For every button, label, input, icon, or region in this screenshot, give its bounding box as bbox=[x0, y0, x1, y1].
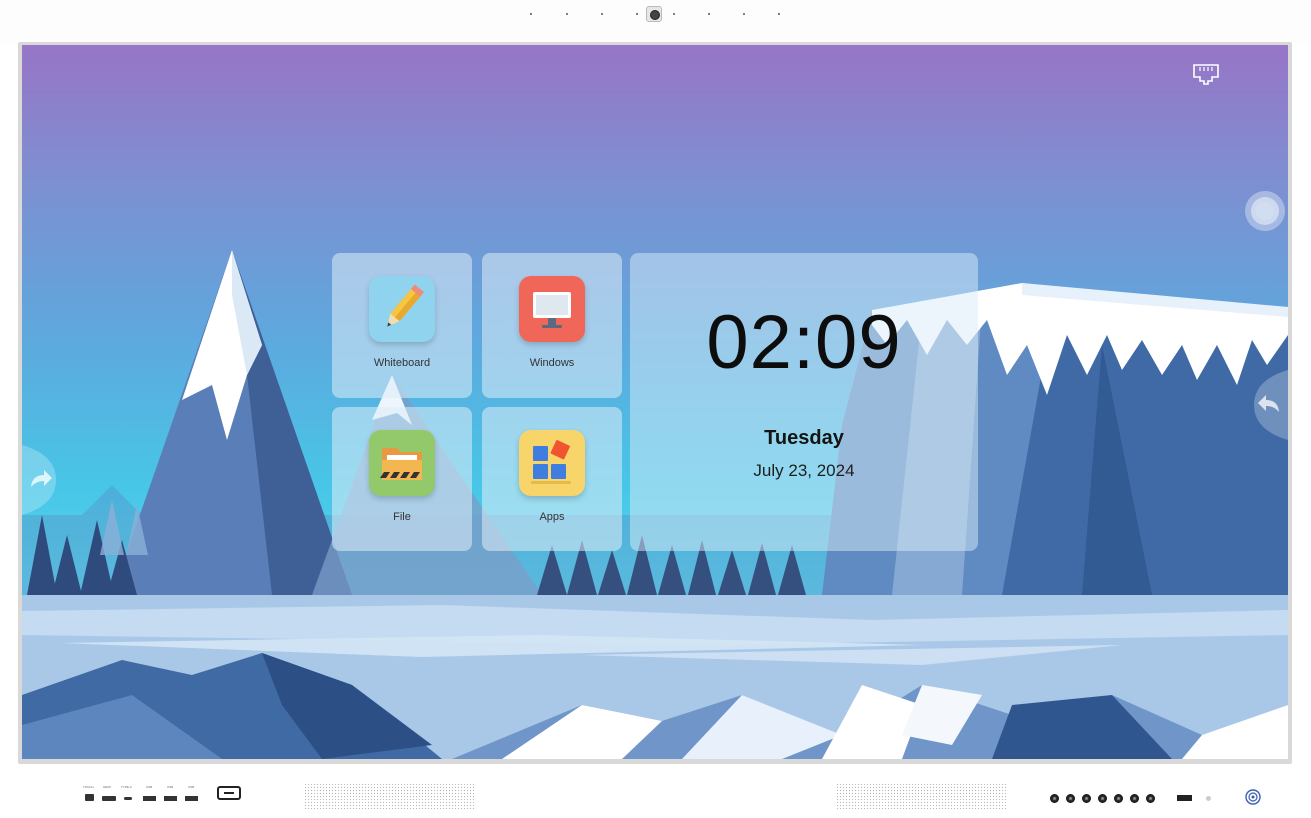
front-button[interactable] bbox=[1066, 794, 1075, 803]
tile-label: Apps bbox=[539, 511, 565, 523]
forward-arrow-icon[interactable] bbox=[22, 445, 56, 515]
tile-whiteboard[interactable]: Whiteboard bbox=[332, 253, 472, 398]
touch-usb-port[interactable] bbox=[85, 794, 94, 801]
tile-label: File bbox=[393, 511, 411, 523]
ethernet-icon[interactable] bbox=[1192, 63, 1220, 85]
tile-apps[interactable]: Apps bbox=[482, 407, 622, 551]
front-button[interactable] bbox=[1146, 794, 1155, 803]
sensor-dot bbox=[778, 13, 780, 15]
clock-time: 02:09 bbox=[706, 300, 902, 385]
ir-sensor bbox=[1177, 795, 1192, 801]
usb-port[interactable] bbox=[143, 796, 156, 801]
tile-label: Whiteboard bbox=[373, 357, 431, 369]
port-label: USB bbox=[146, 785, 153, 789]
home-screen: Whiteboard Windows File Apps 02:09 Tuesd… bbox=[22, 45, 1288, 759]
back-arrow-icon[interactable] bbox=[1254, 370, 1288, 440]
clock-date: July 23, 2024 bbox=[753, 461, 855, 480]
front-button[interactable] bbox=[1114, 794, 1123, 803]
tile-label: Windows bbox=[529, 357, 575, 369]
clock-widget[interactable]: 02:09 Tuesday July 23, 2024 bbox=[630, 253, 978, 551]
sensor-dot bbox=[708, 13, 710, 15]
floating-ball-icon[interactable] bbox=[1244, 190, 1286, 232]
top-bezel bbox=[0, 0, 1311, 44]
usb-c-port[interactable] bbox=[124, 797, 132, 800]
clock-day: Tuesday bbox=[764, 427, 844, 449]
windows-pc-icon bbox=[519, 276, 585, 342]
front-button[interactable] bbox=[1098, 794, 1107, 803]
port-label: USB bbox=[188, 785, 195, 789]
port-label: TYPE-C bbox=[121, 785, 133, 789]
port-label: USB bbox=[167, 785, 174, 789]
port-label: TOUCH bbox=[83, 785, 94, 789]
sensor-dot bbox=[743, 13, 745, 15]
hdmi-port[interactable] bbox=[102, 796, 116, 801]
status-led bbox=[1206, 796, 1211, 801]
tile-windows[interactable]: Windows bbox=[482, 253, 622, 398]
apps-icon bbox=[519, 430, 585, 496]
speaker-grille-right bbox=[836, 783, 1008, 809]
sensor-dot bbox=[636, 13, 638, 15]
sensor-dot bbox=[566, 13, 568, 15]
front-button[interactable] bbox=[1082, 794, 1091, 803]
camera-icon bbox=[646, 6, 662, 22]
sensor-dot bbox=[530, 13, 532, 15]
sensor-dot bbox=[673, 13, 675, 15]
tile-file[interactable]: File bbox=[332, 407, 472, 551]
port-label: HDMI bbox=[103, 785, 111, 789]
nfc-reader-icon[interactable] bbox=[217, 786, 241, 800]
file-folder-icon bbox=[369, 430, 435, 496]
bottom-bezel bbox=[0, 764, 1311, 818]
sensor-dot bbox=[601, 13, 603, 15]
speaker-grille-left bbox=[304, 783, 476, 809]
usb-port[interactable] bbox=[185, 796, 198, 801]
usb-port[interactable] bbox=[164, 796, 177, 801]
whiteboard-icon bbox=[369, 276, 435, 342]
front-button[interactable] bbox=[1130, 794, 1139, 803]
power-button-icon[interactable] bbox=[1245, 789, 1261, 805]
front-button[interactable] bbox=[1050, 794, 1059, 803]
